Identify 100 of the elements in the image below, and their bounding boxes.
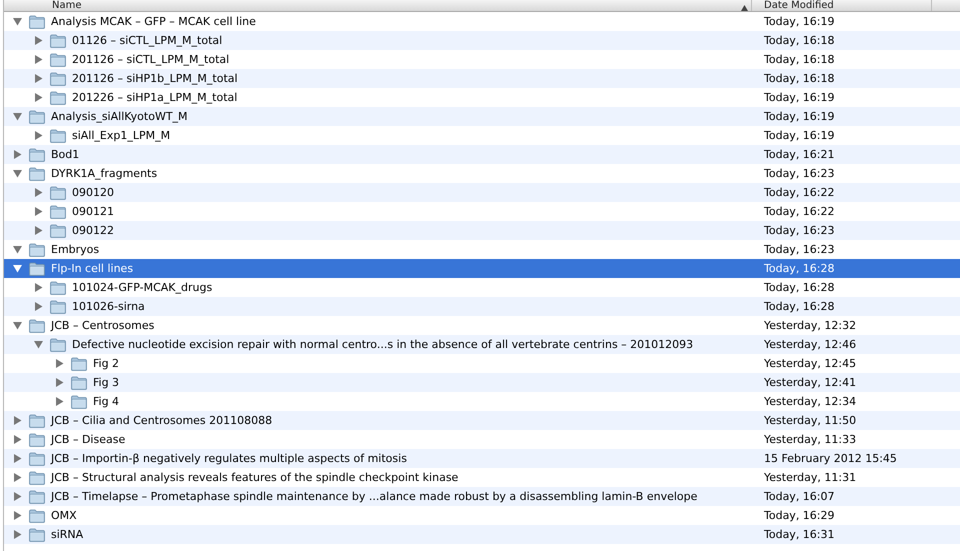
folder-name: Flp-In cell lines (51, 262, 134, 275)
collapsed-triangle-icon[interactable] (34, 283, 43, 292)
collapsed-triangle-icon[interactable] (13, 530, 22, 539)
file-row[interactable]: Defective nucleotide excision repair with normal centro...s in the absence of all vertebrate centrins – 201012093 Yesterday, 12:46 (4, 335, 960, 354)
folder-icon (50, 52, 66, 66)
folder-name: Defective nucleotide excision repair with normal centro...s in the absence of all vertebrate centrins – 201012093 (72, 338, 694, 351)
file-row[interactable]: Bod1 Today, 16:21 (4, 145, 960, 164)
file-row[interactable]: Analysis_siAllKyotoWT_M Today, 16:19 (4, 107, 960, 126)
collapsed-triangle-icon[interactable] (34, 93, 43, 102)
folder-icon (29, 14, 45, 28)
file-row[interactable]: 201126 – siHP1b_LPM_M_total Today, 16:18 (4, 69, 960, 88)
date-modified: Today, 16:22 (763, 205, 836, 218)
file-row[interactable]: siRNA Today, 16:31 (4, 525, 960, 544)
collapsed-triangle-icon[interactable] (34, 55, 43, 64)
folder-name: JCB – Structural analysis reveals features of the spindle checkpoint kinase (51, 471, 458, 484)
folder-name: Analysis_siAllKyotoWT_M (51, 110, 188, 123)
folder-name: siAll_Exp1_LPM_M (72, 129, 170, 142)
folder-icon (50, 224, 66, 238)
folder-icon (29, 432, 45, 446)
file-row[interactable]: Flp-In cell lines Today, 16:28 (4, 259, 960, 278)
expanded-triangle-icon[interactable] (13, 321, 22, 330)
collapsed-triangle-icon[interactable] (55, 359, 64, 368)
date-modified: Yesterday, 12:45 (763, 357, 858, 370)
folder-icon (29, 414, 45, 428)
collapsed-triangle-icon[interactable] (13, 454, 22, 463)
date-modified: 15 February 2012 15:45 (763, 452, 898, 465)
folder-name: 101026-sirna (72, 300, 145, 313)
folder-name: 01126 – siCTL_LPM_M_total (72, 34, 222, 47)
date-modified: Today, 16:23 (763, 167, 836, 180)
collapsed-triangle-icon[interactable] (34, 36, 43, 45)
collapsed-triangle-icon[interactable] (34, 188, 43, 197)
collapsed-triangle-icon[interactable] (13, 492, 22, 501)
date-modified: Today, 16:31 (763, 528, 836, 541)
date-modified: Today, 16:28 (763, 300, 836, 313)
collapsed-triangle-icon[interactable] (34, 131, 43, 140)
date-modified: Today, 16:19 (763, 110, 836, 123)
folder-name: Embryos (51, 243, 100, 256)
column-header[interactable]: Name (4, 0, 752, 11)
collapsed-triangle-icon[interactable] (13, 511, 22, 520)
folder-icon (71, 376, 87, 390)
date-modified: Today, 16:19 (763, 91, 836, 104)
folder-icon (50, 72, 66, 86)
folder-name: siRNA (51, 528, 84, 541)
date-modified: Today, 16:29 (763, 509, 836, 522)
date-modified: Today, 16:22 (763, 186, 836, 199)
folder-name: 090122 (72, 224, 114, 237)
collapsed-triangle-icon[interactable] (34, 207, 43, 216)
collapsed-triangle-icon[interactable] (34, 226, 43, 235)
file-row[interactable]: Fig 3 Yesterday, 12:41 (4, 373, 960, 392)
collapsed-triangle-icon[interactable] (34, 74, 43, 83)
folder-name: 201126 – siHP1b_LPM_M_total (72, 72, 238, 85)
folder-name: Bod1 (51, 148, 80, 161)
collapsed-triangle-icon[interactable] (13, 416, 22, 425)
date-modified: Yesterday, 11:31 (763, 471, 858, 484)
folder-icon (29, 318, 45, 332)
folder-name: JCB – Importin-β negatively regulates multiple aspects of mitosis (51, 452, 407, 465)
folder-name: Analysis MCAK – GFP – MCAK cell line (51, 15, 256, 28)
folder-icon (29, 262, 45, 276)
folder-name: 201126 – siCTL_LPM_M_total (72, 53, 230, 66)
date-modified: Today, 16:28 (763, 262, 836, 275)
collapsed-triangle-icon[interactable] (13, 435, 22, 444)
folder-icon (29, 110, 45, 124)
date-modified: Today, 16:23 (763, 243, 836, 256)
collapsed-triangle-icon[interactable] (55, 397, 64, 406)
date-modified: Yesterday, 11:50 (763, 414, 858, 427)
date-modified: Today, 16:18 (763, 72, 836, 85)
folder-icon (50, 300, 66, 314)
date-modified: Today, 16:18 (763, 53, 836, 66)
folder-icon (50, 204, 66, 218)
expanded-triangle-icon[interactable] (34, 340, 43, 349)
file-row[interactable]: JCB – Importin-β negatively regulates multiple aspects of mitosis 15 February 2012 15:45 (4, 449, 960, 468)
file-row[interactable]: 090120 Today, 16:22 (4, 183, 960, 202)
date-modified: Yesterday, 11:33 (763, 433, 858, 446)
expanded-triangle-icon[interactable] (13, 112, 22, 121)
folder-icon (29, 508, 45, 522)
collapsed-triangle-icon[interactable] (34, 302, 43, 311)
column-header[interactable]: Date Modified (752, 0, 932, 11)
file-row[interactable]: 101026-sirna Today, 16:28 (4, 297, 960, 316)
collapsed-triangle-icon[interactable] (55, 378, 64, 387)
expanded-triangle-icon[interactable] (13, 264, 22, 273)
date-modified: Today, 16:19 (763, 15, 836, 28)
folder-icon (29, 528, 45, 542)
expanded-triangle-icon[interactable] (13, 17, 22, 26)
file-row[interactable]: JCB – Cilia and Centrosomes 201108088 Yesterday, 11:50 (4, 411, 960, 430)
file-row[interactable]: 090122 Today, 16:23 (4, 221, 960, 240)
folder-name: JCB – Timelapse – Prometaphase spindle maintenance by ...alance made robust by a disassembling lamin-B envelope (51, 490, 698, 503)
expanded-triangle-icon[interactable] (13, 245, 22, 254)
folder-name: OMX (51, 509, 77, 522)
folder-icon (29, 242, 45, 256)
expanded-triangle-icon[interactable] (13, 169, 22, 178)
folder-icon (50, 186, 66, 200)
date-modified: Today, 16:18 (763, 34, 836, 47)
collapsed-triangle-icon[interactable] (13, 473, 22, 482)
folder-icon (29, 148, 45, 162)
file-row[interactable]: JCB – Timelapse – Prometaphase spindle maintenance by ...alance made robust by a disassembling lamin-B envelope Today, 16:07 (4, 487, 960, 506)
collapsed-triangle-icon[interactable] (13, 150, 22, 159)
folder-name: JCB – Disease (51, 433, 126, 446)
folder-name: 090120 (72, 186, 114, 199)
folder-name: 101024-GFP-MCAK_drugs (72, 281, 212, 294)
file-row[interactable]: 01126 – siCTL_LPM_M_total Today, 16:18 (4, 31, 960, 50)
